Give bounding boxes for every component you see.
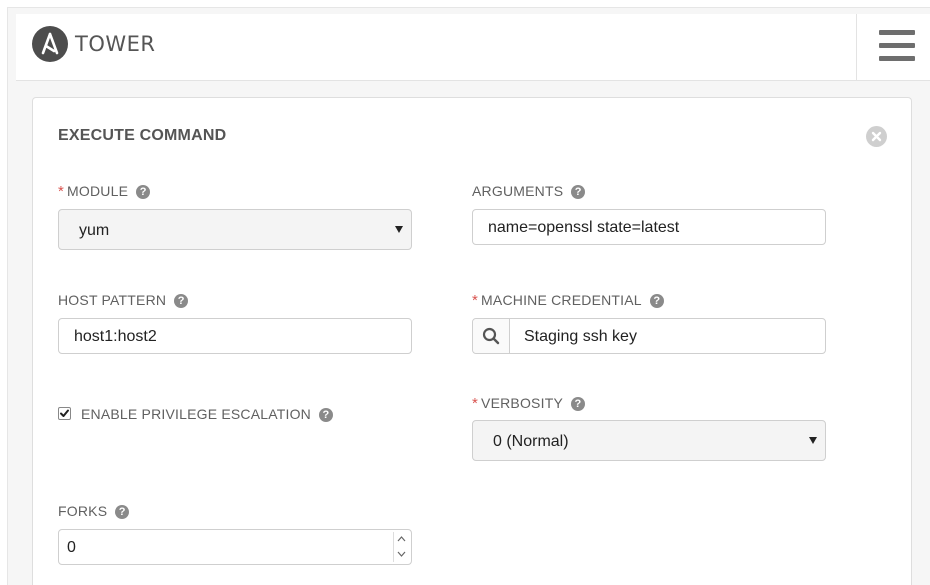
chevron-up-icon	[397, 536, 406, 542]
module-label-text: MODULE	[67, 183, 129, 199]
arguments-input[interactable]: name=openssl state=latest	[472, 209, 826, 245]
verbosity-label-text: VERBOSITY	[481, 395, 563, 411]
brand-name[interactable]: TOWER	[75, 32, 155, 56]
stepper-up-button[interactable]	[394, 532, 409, 547]
chevron-down-icon	[397, 551, 406, 557]
checkmark-icon	[60, 409, 69, 417]
hamburger-menu-icon	[879, 30, 915, 35]
credential-lookup-button[interactable]	[473, 319, 510, 353]
chevron-down-icon	[809, 437, 817, 444]
help-icon[interactable]: ?	[136, 185, 151, 199]
close-circle-icon	[871, 131, 882, 142]
verbosity-value: 0 (Normal)	[493, 433, 569, 450]
forks-label: FORKS?	[58, 503, 130, 519]
required-marker: *	[58, 183, 65, 200]
help-icon[interactable]: ?	[115, 505, 130, 519]
chevron-down-icon	[395, 226, 403, 233]
arguments-label: ARGUMENTS?	[472, 183, 586, 199]
execute-command-panel: EXECUTE COMMAND * MODULE? yum ARGUMENTS? …	[32, 97, 912, 585]
module-select[interactable]: yum	[58, 209, 412, 250]
verbosity-select[interactable]: 0 (Normal)	[472, 420, 826, 461]
hamburger-menu-button[interactable]	[856, 14, 930, 80]
machine-credential-label: * MACHINE CREDENTIAL?	[472, 292, 664, 309]
module-label: * MODULE?	[58, 183, 151, 200]
privilege-escalation-checkbox[interactable]	[58, 407, 71, 420]
help-icon[interactable]: ?	[649, 294, 664, 308]
help-icon[interactable]: ?	[174, 294, 189, 308]
host-pattern-input[interactable]: host1:host2	[58, 318, 412, 354]
arguments-label-text: ARGUMENTS	[472, 183, 564, 199]
privilege-escalation-label[interactable]: ENABLE PRIVILEGE ESCALATION?	[81, 406, 333, 422]
machine-credential-field[interactable]: Staging ssh key	[472, 318, 826, 354]
forks-stepper	[393, 532, 409, 562]
menu-bar-bottom	[879, 56, 915, 61]
forks-number-input[interactable]: 0	[58, 529, 412, 565]
search-icon	[482, 327, 500, 345]
host-pattern-label: HOST PATTERN?	[58, 292, 189, 308]
stepper-down-button[interactable]	[394, 547, 409, 562]
verbosity-label: * VERBOSITY?	[472, 395, 585, 412]
host-pattern-value: host1:host2	[74, 328, 157, 345]
panel-title: EXECUTE COMMAND	[58, 127, 227, 144]
close-button[interactable]	[866, 126, 887, 147]
help-icon[interactable]: ?	[570, 397, 585, 411]
machine-credential-label-text: MACHINE CREDENTIAL	[481, 292, 642, 308]
arguments-value: name=openssl state=latest	[488, 219, 680, 236]
module-value: yum	[79, 222, 110, 239]
required-marker: *	[472, 292, 479, 309]
help-icon[interactable]: ?	[571, 185, 586, 199]
help-icon[interactable]: ?	[319, 408, 333, 422]
menu-bar-middle	[879, 43, 915, 48]
privilege-escalation-label-text: ENABLE PRIVILEGE ESCALATION	[81, 406, 311, 422]
machine-credential-value: Staging ssh key	[524, 328, 637, 345]
ansible-logo-icon[interactable]	[32, 26, 68, 62]
top-navbar: TOWER	[16, 14, 930, 81]
host-pattern-label-text: HOST PATTERN	[58, 292, 167, 308]
forks-value: 0	[67, 539, 76, 556]
required-marker: *	[472, 395, 479, 412]
forks-label-text: FORKS	[58, 503, 108, 519]
